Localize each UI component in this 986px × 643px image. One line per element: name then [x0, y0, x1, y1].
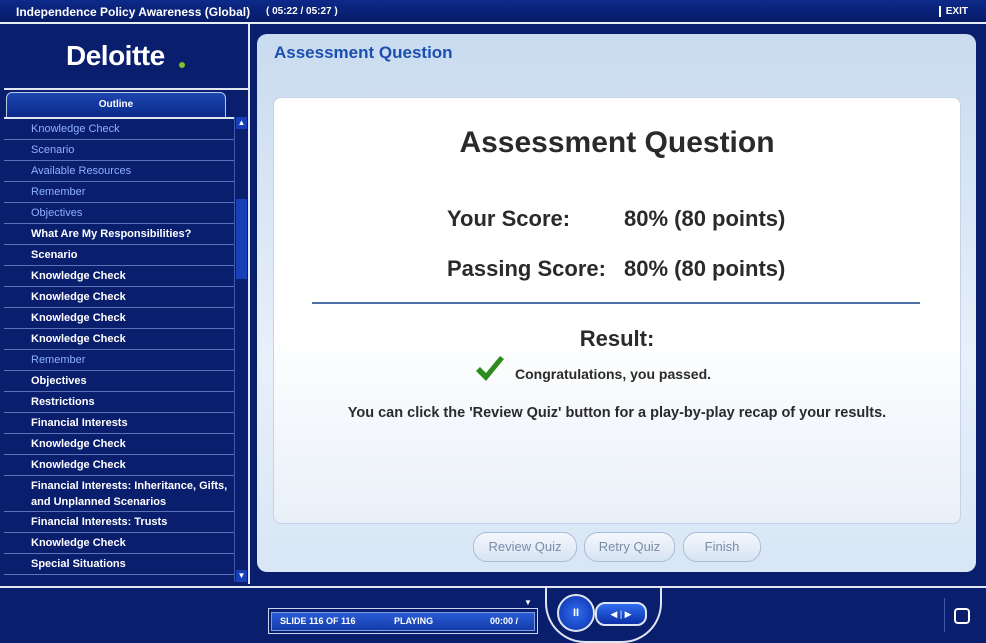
- outline-item[interactable]: Knowledge Check: [4, 455, 234, 476]
- playback-status: SLIDE 116 OF 116 PLAYING 00:00 /: [268, 608, 538, 634]
- outline-item[interactable]: Scenario: [4, 245, 234, 266]
- outline-item[interactable]: What Are My Responsibilities?: [4, 224, 234, 245]
- fullscreen-icon: [954, 608, 970, 624]
- main-panel: Assessment Question Assessment Question …: [257, 34, 976, 572]
- retry-quiz-button[interactable]: Retry Quiz: [584, 532, 675, 562]
- your-score-label: Your Score:: [447, 206, 571, 231]
- outline-item[interactable]: Objectives: [4, 371, 234, 392]
- logo: Deloitte: [4, 24, 248, 90]
- status-strip: SLIDE 116 OF 116 PLAYING 00:00 /: [271, 612, 535, 631]
- outline-item[interactable]: Knowledge Check: [4, 287, 234, 308]
- scroll-up-icon[interactable]: ▲: [236, 117, 247, 129]
- course-time: ( 05:22 / 05:27 ): [266, 6, 338, 17]
- exit-divider: [939, 6, 941, 17]
- review-quiz-button[interactable]: Review Quiz: [473, 532, 577, 562]
- slide-counter: SLIDE 116 OF 116: [280, 616, 356, 626]
- course-title: Independence Policy Awareness (Global): [16, 5, 251, 19]
- outline-item[interactable]: Knowledge Check: [4, 329, 234, 350]
- your-score-value: 80% (80 points): [624, 206, 786, 231]
- result-label: Result:: [579, 326, 655, 351]
- play-time: 00:00 /: [490, 616, 519, 626]
- outline-item[interactable]: Available Resources: [4, 161, 234, 182]
- tab-outline[interactable]: Outline: [6, 92, 226, 117]
- outline-item[interactable]: Scenario: [4, 140, 234, 161]
- play-state: PLAYING: [394, 616, 434, 626]
- status-dropdown-icon[interactable]: ▼: [524, 598, 532, 607]
- scroll-thumb[interactable]: [236, 199, 247, 279]
- fullscreen-button[interactable]: [944, 598, 979, 632]
- page-title: Assessment Question: [274, 43, 453, 62]
- outline-item[interactable]: Financial Interests: Trusts: [4, 512, 234, 533]
- outline-item[interactable]: Knowledge Check: [4, 119, 234, 140]
- checkmark-icon: [476, 356, 504, 381]
- outline-scrollbar[interactable]: ▲ ▼: [234, 117, 248, 582]
- passing-score-value: 80% (80 points): [624, 256, 786, 281]
- outline-item[interactable]: Remember: [4, 182, 234, 203]
- result-card: Assessment Question Your Score: 80% (80 …: [273, 97, 961, 524]
- title-bar: Independence Policy Awareness (Global) (…: [0, 0, 986, 24]
- exit-button[interactable]: EXIT: [946, 6, 968, 17]
- divider: [312, 302, 920, 304]
- outline-item[interactable]: Knowledge Check: [4, 308, 234, 329]
- outline-item[interactable]: Restrictions: [4, 392, 234, 413]
- outline-item[interactable]: Remember: [4, 350, 234, 371]
- skip-buttons[interactable]: ◀ | ▶: [595, 602, 647, 626]
- review-info: You can click the 'Review Quiz' button f…: [347, 405, 887, 421]
- logo-text: Deloitte: [66, 40, 165, 71]
- finish-button[interactable]: Finish: [683, 532, 761, 562]
- playback-controls: II ◀ | ▶: [545, 588, 662, 643]
- outline-list: Knowledge Check Scenario Available Resourc…: [4, 117, 234, 584]
- outline-item[interactable]: Objectives: [4, 203, 234, 224]
- passing-score-label: Passing Score:: [447, 256, 606, 281]
- player-bar: SLIDE 116 OF 116 PLAYING 00:00 / ▼ II ◀ …: [0, 586, 986, 643]
- scroll-down-icon[interactable]: ▼: [236, 570, 247, 582]
- outline-item[interactable]: Knowledge Check: [4, 434, 234, 455]
- outline-item[interactable]: Knowledge Check: [4, 266, 234, 287]
- outline-item[interactable]: Financial Interests: [4, 413, 234, 434]
- card-title: Assessment Question: [459, 126, 775, 159]
- result-message: Congratulations, you passed.: [515, 366, 712, 382]
- outline-item[interactable]: Special Situations: [4, 554, 234, 575]
- outline-item[interactable]: Financial Interests: Inheritance, Gifts,…: [4, 476, 234, 512]
- outline-item[interactable]: Knowledge Check: [4, 533, 234, 554]
- pause-button[interactable]: II: [557, 594, 595, 632]
- logo-dot-icon: [179, 62, 185, 68]
- sidebar: Deloitte Outline Knowledge Check Scenario…: [4, 24, 250, 584]
